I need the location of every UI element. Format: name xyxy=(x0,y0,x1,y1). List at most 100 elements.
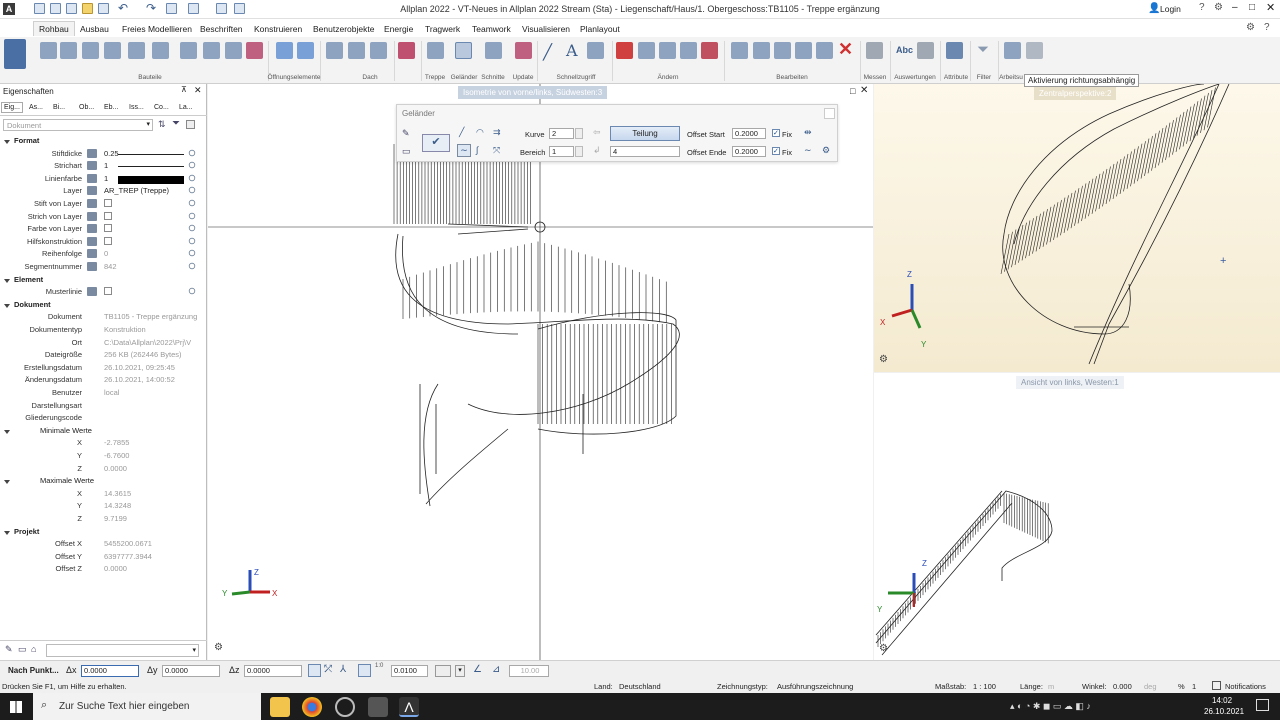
view1-label[interactable]: Isometrie von vorne/links, Südwesten:3 xyxy=(458,86,608,99)
property-row[interactable]: Y -6.7600 xyxy=(0,451,207,464)
fix-start-checkbox[interactable]: ✓ xyxy=(772,129,780,137)
property-value[interactable]: 0.25 xyxy=(104,149,119,158)
spelling-icon[interactable]: Abc xyxy=(896,45,913,55)
filter-funnel-icon[interactable]: ⏷ xyxy=(172,118,180,129)
property-row[interactable]: Offset Z 0.0000 xyxy=(0,564,207,577)
dz-input[interactable]: 0.0000 xyxy=(244,665,302,677)
line-icon[interactable]: ╱ xyxy=(543,43,552,61)
props-tab[interactable]: Bi... xyxy=(51,103,67,112)
section-dokument[interactable]: Dokument xyxy=(0,300,207,313)
navigation-icon[interactable]: ⚙ xyxy=(214,642,223,653)
winkel-value[interactable]: 0.000 xyxy=(1113,682,1132,691)
help-icon[interactable]: ? xyxy=(1199,2,1205,13)
tab-freies-modellieren[interactable]: Freies Modellieren xyxy=(117,22,197,37)
link-icon[interactable] xyxy=(188,187,196,194)
subsection-maximale-werte[interactable]: Maximale Werte xyxy=(0,476,207,489)
angle-snap-icon[interactable]: ⅄ xyxy=(340,664,346,675)
property-row[interactable]: Änderungsdatum 26.10.2021, 14:00:52 xyxy=(0,375,207,388)
tab-teamwork[interactable]: Teamwork xyxy=(467,22,516,37)
section-element[interactable]: Element xyxy=(0,275,207,288)
roof-edit-icon[interactable] xyxy=(398,42,415,59)
tab-konstruieren[interactable]: Konstruieren xyxy=(249,22,307,37)
pin-icon[interactable]: ⊼ xyxy=(181,85,187,94)
file-explorer-icon[interactable] xyxy=(270,697,290,717)
link-icon[interactable] xyxy=(188,287,196,295)
curve-profile-icon[interactable]: ∼ xyxy=(804,145,812,156)
stretch-icon[interactable] xyxy=(816,42,833,59)
view3-label[interactable]: Ansicht von links, Westen:1 xyxy=(1016,376,1124,389)
railing-profile-icon[interactable]: ⇹ xyxy=(804,127,812,138)
tab-tragwerk[interactable]: Tragwerk xyxy=(420,22,465,37)
property-row[interactable]: Hilfskonstruktion xyxy=(0,236,207,250)
property-row[interactable]: Linienfarbe 1 xyxy=(0,173,207,187)
color-swatch[interactable] xyxy=(118,175,184,184)
line-tool-icon[interactable]: ╱ xyxy=(459,127,464,138)
property-row[interactable]: Stiftdicke 0.25 xyxy=(0,148,207,162)
viewport-isometric[interactable]: Isometrie von vorne/links, Südwesten:3 □… xyxy=(208,84,873,660)
property-row[interactable]: Benutzer local xyxy=(0,388,207,401)
property-row[interactable]: Z 0.0000 xyxy=(0,464,207,477)
section-icon[interactable] xyxy=(485,42,502,59)
dx-input[interactable]: 0.0000 xyxy=(81,665,139,677)
property-row[interactable]: Farbe von Layer xyxy=(0,224,207,237)
spline-tool-icon[interactable]: ∼ xyxy=(457,144,471,157)
offset-ende-input[interactable]: 0.2000 xyxy=(732,146,766,157)
beam-icon[interactable] xyxy=(82,42,99,59)
kurve-input[interactable]: 2 xyxy=(549,128,574,139)
collapse-icon[interactable] xyxy=(4,140,10,144)
property-row[interactable]: X 14.3615 xyxy=(0,489,207,502)
info-icon[interactable]: ⚙ xyxy=(1214,2,1223,13)
property-row[interactable]: X -2.7855 xyxy=(0,438,207,451)
property-row[interactable]: Strich von Layer xyxy=(0,211,207,225)
edit-wall-icon[interactable] xyxy=(246,42,263,59)
property-row[interactable]: Stift von Layer xyxy=(0,199,207,212)
link-icon[interactable] xyxy=(188,199,196,207)
link-icon[interactable] xyxy=(188,174,196,181)
props-tab[interactable]: Iss... xyxy=(127,103,146,112)
property-value[interactable]: 1 xyxy=(104,161,108,170)
cylinder-icon[interactable] xyxy=(128,42,145,59)
notification-center-icon[interactable] xyxy=(1256,699,1269,711)
join-icon[interactable] xyxy=(701,42,718,59)
recorder-icon[interactable] xyxy=(368,697,388,717)
column-icon[interactable] xyxy=(104,42,121,59)
workspace-icon[interactable] xyxy=(1004,42,1021,59)
property-row[interactable]: Ort C:\Data\Allplan\2022\Prj\V xyxy=(0,338,207,351)
offset-start-input[interactable]: 0.2000 xyxy=(732,128,766,139)
checkbox-icon[interactable] xyxy=(186,120,195,129)
mirror-icon[interactable] xyxy=(795,42,812,59)
property-row[interactable]: Z 9.7199 xyxy=(0,514,207,527)
property-row[interactable]: Strichart 1 xyxy=(0,161,207,174)
taskbar-search[interactable]: ⌕ Zur Suche Text hier eingeben xyxy=(33,693,261,720)
panel-close-icon[interactable]: ✕ xyxy=(194,85,202,96)
kurve-stepper[interactable] xyxy=(575,128,583,139)
dormer-icon[interactable] xyxy=(348,42,365,59)
props-tab[interactable]: Co... xyxy=(152,103,171,112)
section-format[interactable]: Format xyxy=(0,136,207,149)
property-checkbox[interactable] xyxy=(104,199,112,207)
props-tab[interactable]: As... xyxy=(27,103,45,112)
property-row[interactable]: Reihenfolge 0 xyxy=(0,249,207,262)
props-tab[interactable]: Ob... xyxy=(77,103,96,112)
windows-start-icon[interactable] xyxy=(10,701,22,713)
clock-date[interactable]: 26.10.2021 xyxy=(1204,707,1244,716)
property-row[interactable]: Offset Y 6397777.3944 xyxy=(0,552,207,565)
attribute-icon[interactable] xyxy=(946,42,963,59)
delete-icon[interactable] xyxy=(616,42,633,59)
notifications-link[interactable]: Notifications xyxy=(1225,682,1266,691)
view-close-icon[interactable]: ✕ xyxy=(860,85,868,96)
props-tab[interactable]: La... xyxy=(177,103,195,112)
clock-time[interactable]: 14:02 xyxy=(1212,696,1232,705)
chevron-down-icon[interactable]: ▾ xyxy=(455,665,465,677)
user-icon[interactable]: 👤 xyxy=(1148,3,1160,14)
link-icon[interactable] xyxy=(188,250,196,257)
property-row[interactable]: Y 14.3248 xyxy=(0,501,207,514)
props-tab[interactable]: Eb... xyxy=(102,103,120,112)
teilung-button[interactable]: Teilung xyxy=(610,126,680,141)
offset-icon[interactable] xyxy=(659,42,676,59)
multi-wall-icon[interactable] xyxy=(180,42,197,59)
sort-icon[interactable]: ⇅ xyxy=(158,119,166,130)
collapse-icon[interactable] xyxy=(4,480,10,485)
grid-toggle-icon[interactable] xyxy=(358,664,371,677)
workspace2-icon[interactable] xyxy=(1026,42,1043,59)
